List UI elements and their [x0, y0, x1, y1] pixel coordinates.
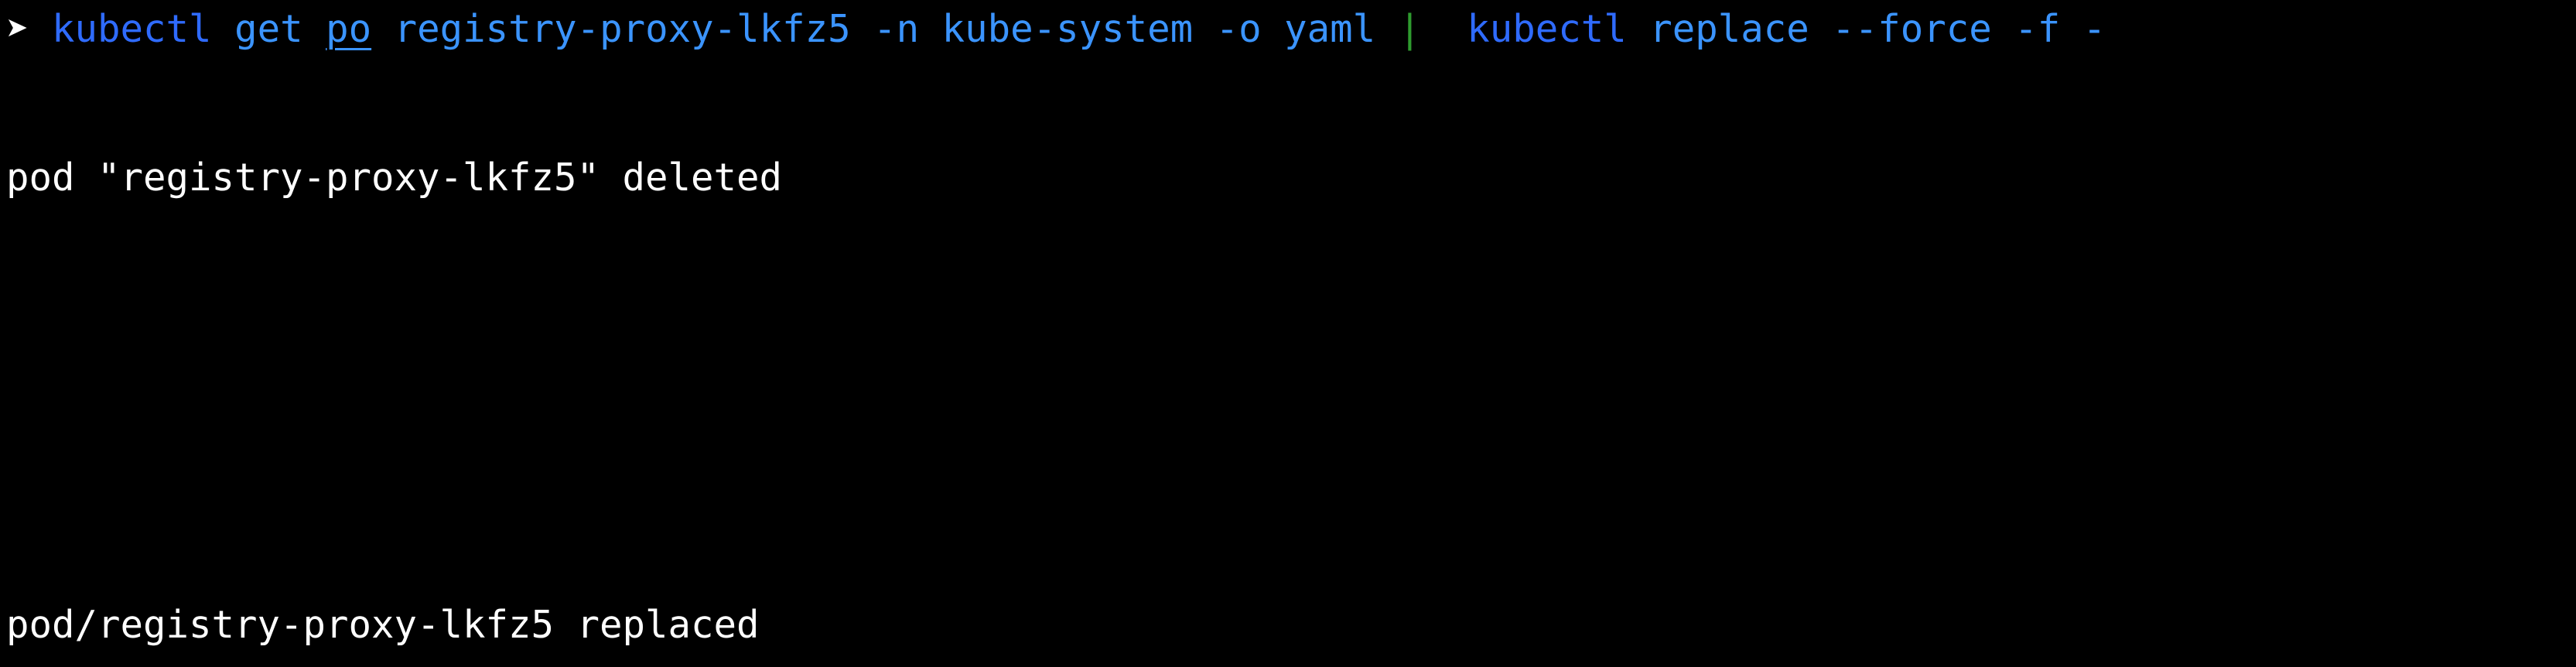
command-args: registry-proxy-lkfz5 -n kube-system -o y… — [394, 7, 1376, 51]
command-kubectl: kubectl — [52, 7, 212, 51]
terminal-window[interactable]: { "terminal": { "prompt": "➤", "command"… — [0, 0, 2576, 667]
command-line[interactable]: ➤ kubectl get po registry-proxy-lkfz5 -n… — [6, 6, 2106, 53]
output-line-deleted: pod "registry-proxy-lkfz5" deleted — [6, 156, 783, 200]
prompt-arrow-icon: ➤ — [6, 7, 29, 51]
command-kubectl-replace: kubectl — [1467, 7, 1627, 51]
command-replace-args: replace --force -f - — [1649, 7, 2106, 51]
command-verb-get: get — [234, 7, 303, 51]
output-line-replaced: pod/registry-proxy-lkfz5 replaced — [6, 603, 760, 647]
pipe-symbol: | — [1398, 7, 1422, 51]
command-resource-po: po — [326, 7, 372, 51]
